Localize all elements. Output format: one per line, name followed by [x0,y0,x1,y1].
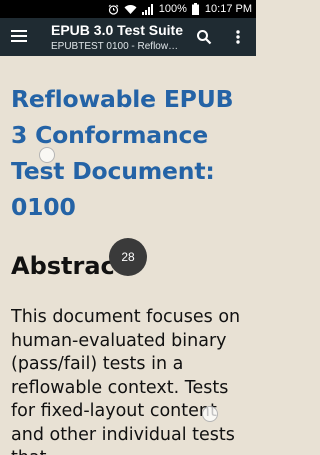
app-bar: EPUB 3.0 Test Suite EPUBTEST 0100 - Refl… [0,18,256,56]
touch-point-marker [202,406,218,422]
status-bar: 100% 10:17 PM [0,0,256,18]
battery-icon [191,3,199,15]
alarm-icon [108,4,119,15]
app-subtitle: EPUBTEST 0100 - Reflowable EPUB 3 Confor… [51,41,181,52]
app-title: EPUB 3.0 Test Suite [51,22,184,38]
status-time: 10:17 PM [204,3,252,15]
abstract-text: This document focuses on human-evaluated… [11,307,241,455]
signal-icon [141,3,154,15]
menu-icon[interactable] [10,28,28,46]
more-vert-icon[interactable] [233,29,243,45]
wifi-icon [124,4,137,15]
touch-point-marker [39,147,55,163]
battery-percent: 100% [158,3,187,15]
page-number-badge: 28 [109,238,147,276]
search-icon[interactable] [196,29,212,45]
